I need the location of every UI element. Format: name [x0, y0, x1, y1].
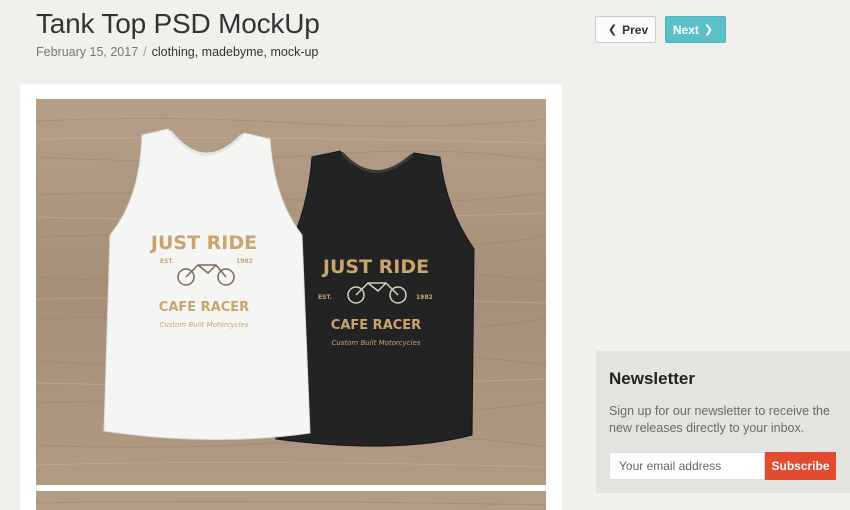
prev-label: Prev — [622, 22, 649, 37]
next-button[interactable]: Next ❯ — [665, 16, 726, 43]
white-shirt-line3: Custom Built Motorcycles — [159, 321, 248, 329]
white-shirt-est-right: 1982 — [236, 258, 253, 265]
black-shirt-est-left: EST. — [318, 294, 332, 301]
black-shirt-line2: CAFE RACER — [331, 318, 421, 333]
subscribe-button[interactable]: Subscribe — [765, 452, 836, 480]
black-shirt-line1: JUST RIDE — [321, 256, 429, 278]
prev-button[interactable]: ❮ Prev — [595, 16, 656, 43]
mockup-graphic: JUST RIDE EST. 1982 CAFE RACER Custom Bu… — [36, 99, 546, 485]
page-title: Tank Top PSD MockUp — [36, 8, 320, 39]
newsletter-text: Sign up for our newsletter to receive th… — [609, 404, 830, 435]
email-field[interactable] — [609, 452, 765, 480]
black-shirt-line3: Custom Built Motorcycles — [331, 339, 420, 347]
meta-separator: / — [143, 45, 147, 59]
post-meta: February 15, 2017 / clothing, madebyme, mo… — [36, 45, 318, 59]
white-shirt-line1: JUST RIDE — [149, 232, 257, 254]
newsletter-heading: Newsletter — [609, 369, 695, 388]
post-tags[interactable]: clothing, madebyme, mock-up — [152, 45, 319, 59]
white-shirt-est-left: EST. — [160, 258, 174, 265]
second-mockup-graphic — [36, 491, 546, 510]
chevron-right-icon: ❯ — [703, 24, 714, 36]
next-label: Next — [672, 22, 699, 37]
chevron-left-icon: ❮ — [607, 24, 618, 36]
second-mockup-image — [36, 491, 546, 510]
white-shirt-line2: CAFE RACER — [159, 300, 249, 315]
tank-top-mockup-image: JUST RIDE EST. 1982 CAFE RACER Custom Bu… — [36, 99, 546, 485]
post-date: February 15, 2017 — [36, 45, 139, 59]
black-shirt-est-right: 1982 — [416, 294, 433, 301]
